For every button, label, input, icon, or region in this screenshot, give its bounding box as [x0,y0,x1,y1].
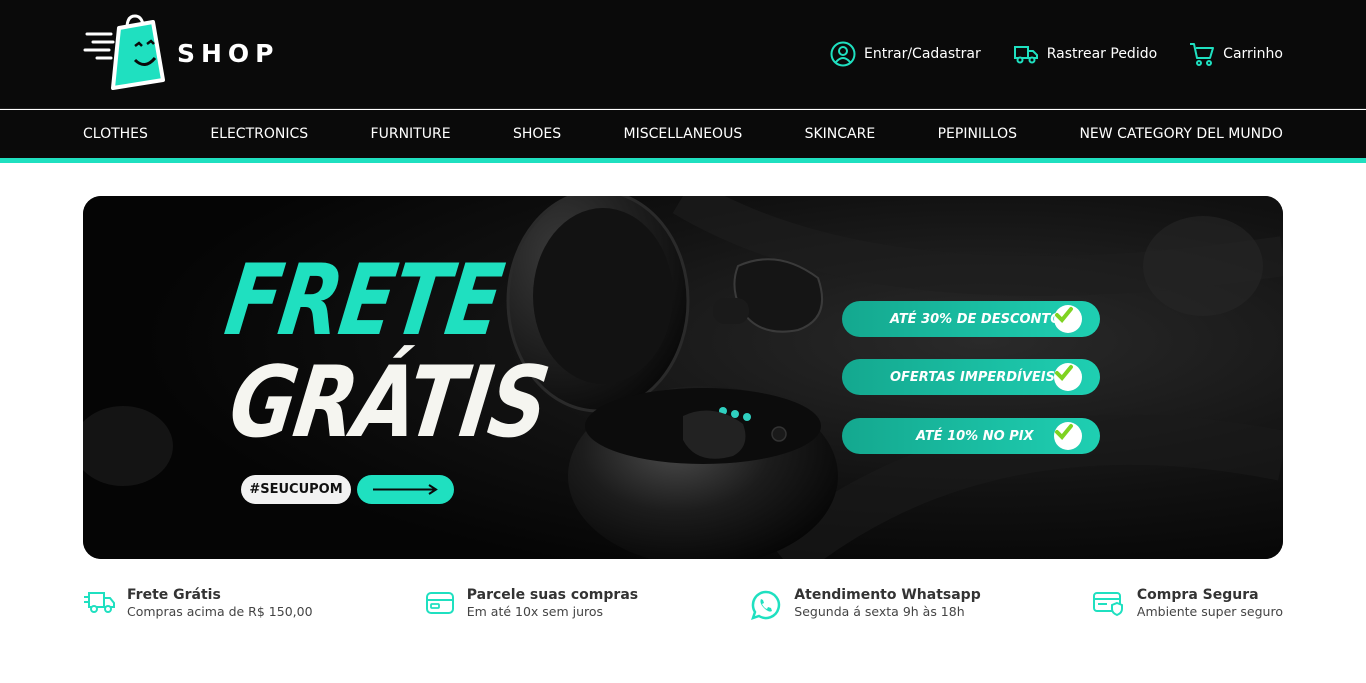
hero-banner[interactable]: FRETE GRÁTIS #SEUCUPOM ATÉ 30% DE DESCON… [83,196,1283,559]
whatsapp-icon [751,590,781,620]
category-clothes[interactable]: CLOTHES [83,126,148,142]
user-icon [830,41,856,67]
feature-subtitle: Em até 10x sem juros [466,604,604,619]
feature-title: Atendimento Whatsapp [794,587,981,603]
feature-whatsapp[interactable]: Atendimento Whatsapp Segunda á sexta 9h … [750,586,981,626]
cart-link[interactable]: Carrinho [1189,41,1283,67]
banner-pill-pix-label: ATÉ 10% NO PIX [916,428,1034,444]
banner-arrow-button[interactable] [357,475,454,504]
track-order-label: Rastrear Pedido [1046,46,1158,62]
category-nav: CLOTHES ELECTRONICS FURNITURE SHOES MISC… [0,110,1366,158]
banner-pill-offers: OFERTAS IMPERDÍVEIS [842,359,1100,395]
login-register-label: Entrar/Cadastrar [864,46,981,62]
feature-subtitle: Segunda á sexta 9h às 18h [794,604,965,619]
cart-label: Carrinho [1223,46,1283,62]
category-pepinillos[interactable]: PEPINILLOS [938,126,1017,142]
feature-title: Parcele suas compras [466,587,639,603]
category-new-category-del-mundo[interactable]: NEW CATEGORY DEL MUNDO [1079,126,1282,142]
header-links: Entrar/Cadastrar Rastrear Pedido Carrinh… [830,38,1283,70]
arrow-right-icon [373,484,438,495]
features-strip: Frete Grátis Compras acima de R$ 150,00 … [83,586,1283,626]
banner-title-line1: FRETE [218,244,509,358]
track-order-link[interactable]: Rastrear Pedido [1013,43,1157,65]
category-electronics[interactable]: ELECTRONICS [210,126,308,142]
accent-divider [0,158,1366,163]
feature-subtitle: Ambiente super seguro [1136,604,1283,619]
login-register-link[interactable]: Entrar/Cadastrar [830,41,981,67]
brand-name: SHOP [177,38,280,68]
feature-title: Compra Segura [1136,587,1259,603]
cart-icon [1190,43,1215,66]
check-icon [1054,422,1082,450]
category-miscellaneous[interactable]: MISCELLANEOUS [624,126,743,142]
banner-pill-discount: ATÉ 30% DE DESCONTO [842,301,1100,337]
secure-card-icon [1092,592,1123,617]
check-icon [1054,305,1082,333]
banner-pill-pix: ATÉ 10% NO PIX [842,418,1100,454]
feature-subtitle: Compras acima de R$ 150,00 [127,604,313,619]
coupon-code-badge[interactable]: #SEUCUPOM [241,475,351,504]
feature-title: Frete Grátis [127,587,221,603]
truck-icon [84,592,115,613]
header: SHOP Entrar/Cadastrar Rastrear Pedido Ca… [0,0,1366,109]
check-icon [1054,363,1082,391]
credit-card-icon [425,592,454,614]
shop-logo[interactable]: SHOP [83,14,293,92]
banner-title-line2: GRÁTIS [222,346,555,460]
banner-pill-offers-label: OFERTAS IMPERDÍVEIS [890,369,1056,385]
category-furniture[interactable]: FURNITURE [371,126,451,142]
shopping-bag-logo-icon [83,14,165,90]
category-shoes[interactable]: SHOES [513,126,561,142]
banner-pill-discount-label: ATÉ 30% DE DESCONTO [890,311,1062,327]
category-skincare[interactable]: SKINCARE [805,126,876,142]
feature-secure-purchase: Compra Segura Ambiente super seguro [1092,586,1283,626]
truck-icon [1013,46,1038,64]
feature-installments: Parcele suas compras Em até 10x sem juro… [425,586,638,626]
feature-free-shipping: Frete Grátis Compras acima de R$ 150,00 [83,586,313,626]
